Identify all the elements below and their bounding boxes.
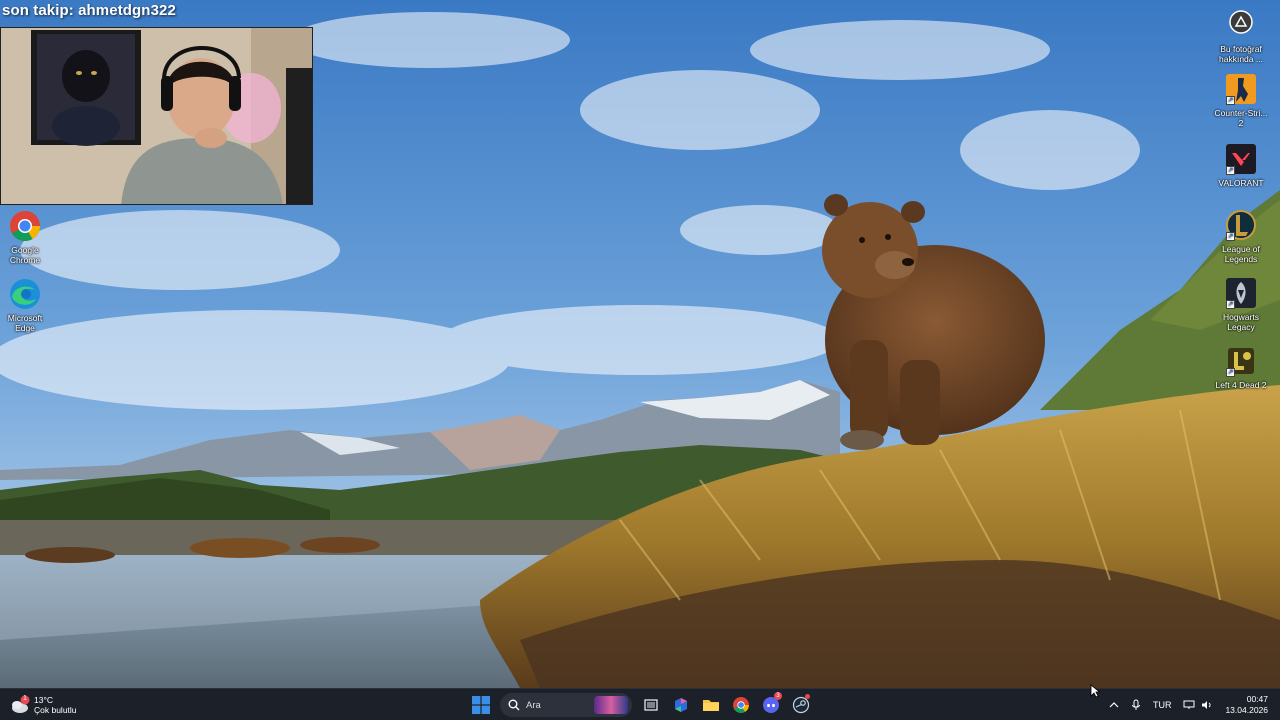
desktop-icon-google-chrome[interactable]: Google Chrome: [0, 209, 54, 265]
microphone-button[interactable]: [1131, 699, 1141, 711]
webcam-overlay: [0, 27, 313, 205]
weather-widget[interactable]: 1 13°C Çok bulutlu: [10, 693, 77, 717]
desktop-icon-hogwarts-legacy[interactable]: ↗ Hogwarts Legacy: [1212, 276, 1270, 332]
show-hidden-icons-button[interactable]: [1109, 701, 1119, 709]
follower-alert-text: son takip: ahmetdgn322: [2, 2, 176, 19]
mouse-cursor-icon: [1090, 684, 1101, 703]
task-view-icon: [644, 699, 658, 711]
clock-time: 00:47: [1246, 694, 1268, 704]
desktop-icon-about-photo[interactable]: Bu fotoğraf hakkında ...: [1212, 8, 1270, 64]
about-photo-icon: [1224, 8, 1258, 42]
chevron-up-icon: [1109, 702, 1119, 708]
taskbar-search-box[interactable]: Ara: [500, 693, 632, 717]
desktop-icon-label: Bu fotoğraf hakkında ...: [1219, 44, 1263, 64]
desktop-icon-league-of-legends[interactable]: ↗ League of Legends: [1212, 208, 1270, 264]
desktop-icon-left-4-dead-2[interactable]: ↗ Left 4 Dead 2: [1212, 344, 1270, 390]
volume-button[interactable]: [1201, 700, 1213, 710]
cloudy-weather-icon: 1: [10, 695, 30, 715]
desktop-icon-counter-strike-2[interactable]: ↗ Counter-Stri... 2: [1212, 72, 1270, 128]
taskbar: 1 13°C Çok bulutlu Ara 3 TUR 00:47 13.04…: [0, 688, 1280, 720]
desktop-icon-label: Counter-Stri... 2: [1214, 108, 1268, 128]
desktop-icon-label: League of Legends: [1222, 244, 1260, 264]
shortcut-arrow-icon: ↗: [1226, 368, 1235, 377]
chrome-icon: [8, 209, 42, 243]
windows-logo-icon: [472, 696, 490, 714]
taskbar-clock[interactable]: 00:47 13.04.2026: [1225, 694, 1268, 716]
shortcut-arrow-icon: ↗: [1226, 232, 1235, 241]
discord-notification-badge: 3: [774, 692, 782, 700]
desktop-icon-valorant[interactable]: ↗ VALORANT: [1212, 142, 1270, 188]
chrome-taskbar-button[interactable]: [728, 692, 754, 718]
microsoft-365-button[interactable]: [668, 692, 694, 718]
shortcut-arrow-icon: ↗: [1226, 166, 1235, 175]
clock-date: 13.04.2026: [1225, 705, 1268, 715]
weather-badge: 1: [23, 695, 27, 702]
search-placeholder: Ara: [526, 699, 541, 711]
microsoft-365-icon: [675, 698, 687, 712]
shortcut-arrow-icon: ↗: [1226, 96, 1235, 105]
network-button[interactable]: [1183, 700, 1195, 710]
task-view-button[interactable]: [638, 692, 664, 718]
speaker-icon: [1202, 701, 1212, 709]
hogwarts-legacy-icon: ↗: [1224, 276, 1258, 310]
chrome-icon: [733, 697, 749, 713]
desktop-icon-microsoft-edge[interactable]: Microsoft Edge: [0, 277, 54, 333]
search-highlight-image: [594, 696, 628, 714]
search-icon: [508, 699, 520, 711]
desktop-icon-label: Hogwarts Legacy: [1223, 312, 1259, 332]
steam-taskbar-button[interactable]: [788, 692, 814, 718]
microphone-icon: [1131, 699, 1140, 710]
counter-strike-icon: ↗: [1224, 72, 1258, 106]
league-of-legends-icon: ↗: [1224, 208, 1258, 242]
weather-condition: Çok bulutlu: [34, 705, 77, 715]
valorant-icon: ↗: [1224, 142, 1258, 176]
desktop-icon-label: Google Chrome: [9, 245, 41, 265]
desktop-icon-label: VALORANT: [1218, 178, 1264, 188]
edge-icon: [8, 277, 42, 311]
desktop-icon-label: Left 4 Dead 2: [1215, 380, 1267, 390]
file-explorer-icon: [703, 700, 719, 711]
left-4-dead-2-icon: ↗: [1224, 344, 1258, 378]
network-monitor-icon: [1183, 700, 1195, 709]
start-button[interactable]: [468, 692, 494, 718]
steam-status-dot: [805, 694, 810, 699]
input-language-indicator[interactable]: TUR: [1153, 700, 1172, 710]
discord-taskbar-button[interactable]: 3: [758, 692, 784, 718]
system-tray: TUR 00:47 13.04.2026: [1103, 689, 1280, 720]
file-explorer-button[interactable]: [698, 692, 724, 718]
shortcut-arrow-icon: ↗: [1226, 300, 1235, 309]
weather-temperature: 13°C: [34, 695, 53, 705]
desktop-icon-label: Microsoft Edge: [7, 313, 43, 333]
